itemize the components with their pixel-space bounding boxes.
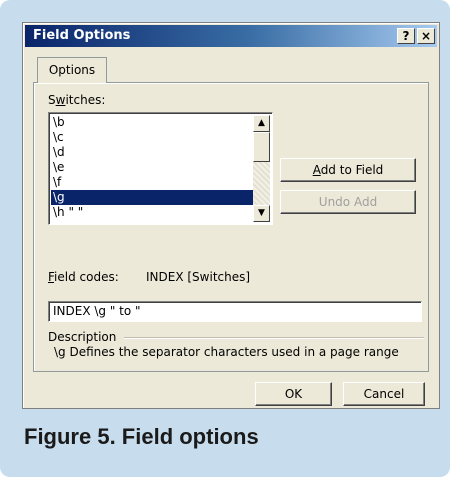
- add-to-field-button[interactable]: Add to Field: [280, 158, 416, 182]
- description-label: Description: [48, 330, 117, 344]
- scroll-up-button[interactable]: ▲: [253, 115, 270, 132]
- switches-listbox[interactable]: \b \c \d \e \f \g \h " " ▲ ▼: [48, 112, 273, 225]
- arrow-down-icon: ▼: [258, 208, 265, 218]
- switch-list-item[interactable]: \e: [51, 160, 253, 175]
- switch-list-item[interactable]: \g: [51, 190, 253, 205]
- switch-list-item[interactable]: \f: [51, 175, 253, 190]
- help-button[interactable]: ?: [397, 28, 415, 44]
- dialog-title: Field Options: [33, 28, 131, 43]
- figure-caption: Figure 5. Field options: [24, 424, 259, 449]
- undo-add-button: Undo Add: [280, 190, 416, 214]
- switches-scrollbar[interactable]: ▲ ▼: [253, 115, 270, 222]
- arrow-up-icon: ▲: [258, 118, 265, 128]
- field-codes-value: INDEX [Switches]: [146, 270, 251, 284]
- switch-list-item[interactable]: \b: [51, 115, 253, 130]
- ok-button[interactable]: OK: [255, 382, 332, 406]
- scroll-down-button[interactable]: ▼: [253, 205, 270, 222]
- switch-list-item[interactable]: \h " ": [51, 205, 253, 220]
- field-codes-label: Field codes:: [48, 270, 119, 284]
- scroll-thumb[interactable]: [253, 132, 270, 162]
- cancel-button[interactable]: Cancel: [343, 382, 425, 406]
- close-button[interactable]: ×: [417, 28, 435, 44]
- figure-frame: Field Options ? × Options Switches: \b \c…: [0, 0, 450, 477]
- title-bar[interactable]: Field Options ? ×: [25, 25, 437, 47]
- switches-list: \b \c \d \e \f \g \h " ": [51, 115, 253, 220]
- tab-options[interactable]: Options: [37, 57, 107, 83]
- description-text: \g Defines the separator characters used…: [54, 345, 399, 359]
- description-divider: [124, 337, 424, 338]
- switch-list-item[interactable]: \c: [51, 130, 253, 145]
- switch-list-item[interactable]: \d: [51, 145, 253, 160]
- switches-label: Switches:: [48, 93, 106, 107]
- field-options-dialog: Field Options ? × Options Switches: \b \c…: [22, 22, 440, 409]
- field-code-input[interactable]: INDEX \g " to ": [48, 301, 422, 322]
- options-panel: Switches: \b \c \d \e \f \g \h " " ▲ ▼ Add to …: [33, 82, 429, 372]
